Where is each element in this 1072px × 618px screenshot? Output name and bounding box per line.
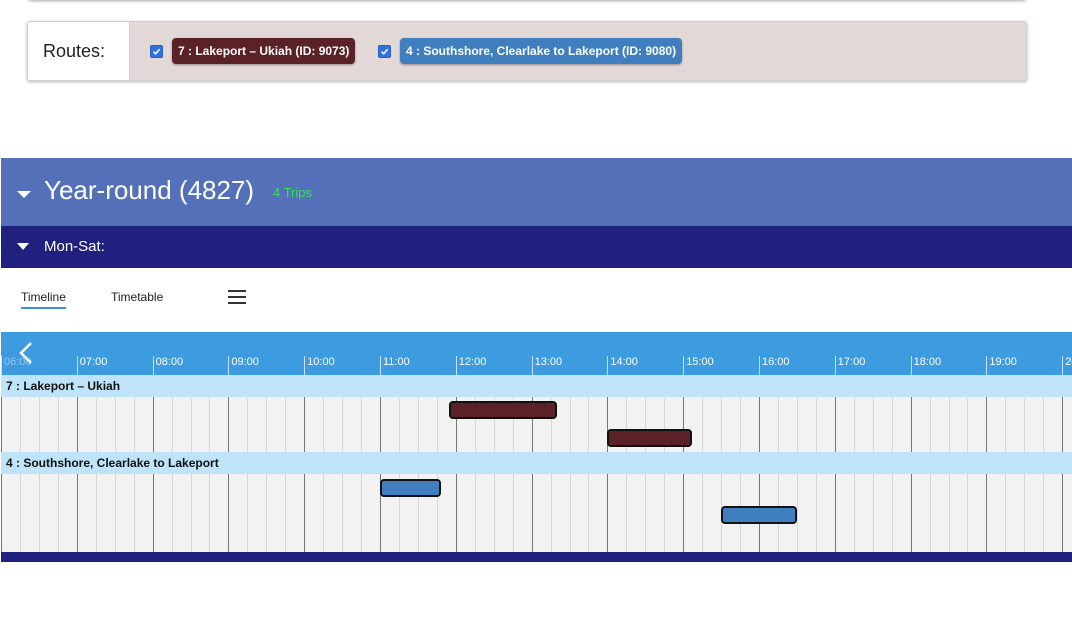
day-group-title: Mon-Sat: <box>44 238 105 255</box>
time-tick-label: 18:00 <box>910 356 941 375</box>
schedule-header: Year-round (4827) 4 Trips <box>1 158 1072 226</box>
routes-list: 7 : Lakeport – Ukiah (ID: 9073) 4 : Sout… <box>130 22 1026 80</box>
hamburger-menu-icon[interactable] <box>228 290 246 304</box>
route-checkbox-4[interactable] <box>378 44 391 58</box>
time-tick-label: 19:00 <box>986 356 1017 375</box>
routes-panel: Routes: 7 : Lakeport – Ukiah (ID: 9073) … <box>27 21 1027 81</box>
time-tick-label: 17:00 <box>834 356 865 375</box>
day-group-header: Mon-Sat: <box>1 226 1072 268</box>
timeline-chart: 06:00 07:00 08:00 09:00 10:00 11:00 12:00 13:00… <box>1 332 1072 562</box>
route-checkbox-7[interactable] <box>150 44 163 58</box>
trip-bar[interactable] <box>380 479 441 497</box>
routes-label: Routes: <box>28 22 130 80</box>
time-tick-label: 13:00 <box>531 356 562 375</box>
route-tag-4[interactable]: 4 : Southshore, Clearlake to Lakeport (I… <box>400 38 683 64</box>
time-axis-header: 06:00 07:00 08:00 09:00 10:00 11:00 12:00 13:00… <box>1 332 1072 375</box>
checkmark-icon <box>380 48 389 55</box>
time-tick-label: 16:00 <box>759 356 790 375</box>
time-tick-label: 06:00 <box>1 356 32 375</box>
time-tick-label: 14:00 <box>607 356 638 375</box>
route-item-4: 4 : Southshore, Clearlake to Lakeport (I… <box>378 38 683 64</box>
trip-bar[interactable] <box>449 401 557 419</box>
time-tick-label: 10:00 <box>304 356 335 375</box>
timeline-route-label-7: 7 : Lakeport – Ukiah <box>1 375 1072 397</box>
time-tick-label: 12:00 <box>455 356 486 375</box>
trip-bar[interactable] <box>607 429 693 447</box>
trips-count-badge: 4 Trips <box>273 185 313 200</box>
time-tick-label: 08:00 <box>152 356 183 375</box>
time-tick-label: 07:00 <box>76 356 107 375</box>
day-collapse-caret-icon[interactable] <box>17 243 29 250</box>
time-tick-label: 20:00 <box>1062 356 1072 375</box>
tab-timetable[interactable]: Timetable <box>111 290 163 304</box>
time-tick-label: 11:00 <box>380 356 410 375</box>
collapse-caret-icon[interactable] <box>17 191 31 198</box>
route-tag-7[interactable]: 7 : Lakeport – Ukiah (ID: 9073) <box>172 38 356 64</box>
trip-bar[interactable] <box>721 506 797 524</box>
timeline-footer <box>1 552 1072 562</box>
view-tabs: Timeline Timetable <box>1 268 1072 332</box>
time-tick-label: 15:00 <box>683 356 714 375</box>
tab-timeline[interactable]: Timeline <box>21 290 66 309</box>
time-tick-label: 09:00 <box>228 356 259 375</box>
schedule-title: Year-round (4827) <box>44 175 255 205</box>
timeline-route-label-4: 4 : Southshore, Clearlake to Lakeport <box>1 452 1072 474</box>
checkmark-icon <box>152 48 161 55</box>
route-item-7: 7 : Lakeport – Ukiah (ID: 9073) <box>150 38 356 64</box>
